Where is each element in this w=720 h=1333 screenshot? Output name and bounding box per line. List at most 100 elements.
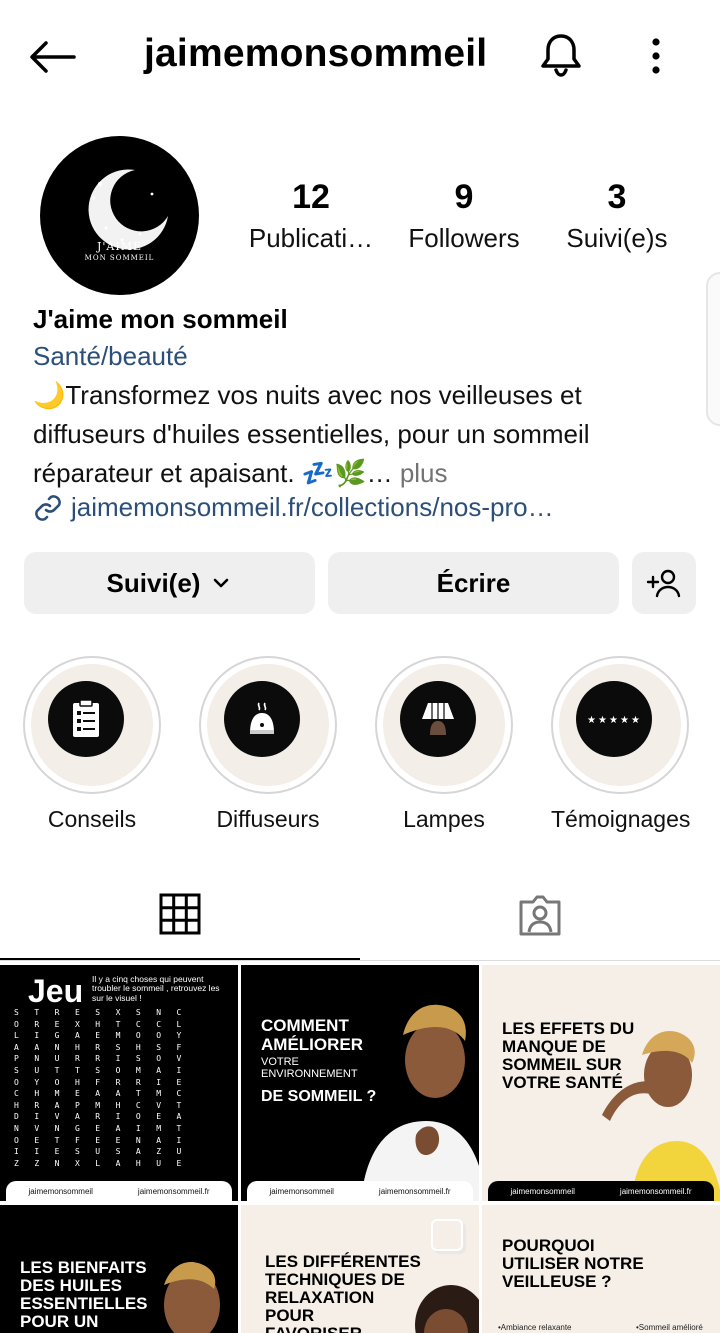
highlight-ring: ★ ★ ★ ★ ★ — [551, 656, 689, 794]
word-search-grid: STRESXSNC OREXHTCCL LIGAEMOOY AANHRSHSF … — [14, 1008, 197, 1168]
post-title-line: UTILISER NOTRE — [502, 1254, 644, 1273]
highlight-temoignages[interactable]: ★ ★ ★ ★ ★ Témoignages — [551, 656, 691, 833]
tab-posts-grid[interactable] — [0, 870, 360, 960]
post-title-line: VEILLEUSE ? — [502, 1272, 612, 1291]
suggest-people-button[interactable] — [632, 552, 696, 614]
highlight-ring — [375, 656, 513, 794]
post-footer-site: jaimemonsommeil.fr — [619, 1186, 692, 1196]
post-footer-site: jaimemonsommeil.fr — [378, 1186, 451, 1196]
tagged-person-icon — [519, 895, 561, 936]
chevron-down-icon — [214, 578, 229, 588]
clipboard-checklist-icon — [73, 699, 99, 737]
message-button-label: Écrire — [436, 567, 511, 598]
post-thumbnail[interactable]: LES DIFFÉRENTES TECHNIQUES DE RELAXATION… — [241, 1205, 479, 1333]
arrow-left-icon — [30, 41, 76, 73]
avatar-text-line2: MON SOMMEIL — [84, 254, 155, 262]
woman-illustration — [361, 1004, 479, 1201]
highlight-label: Conseils — [47, 806, 137, 832]
post-thumbnail[interactable]: COMMENT AMÉLIORER VOTRE ENVIRONNEMENT DE… — [241, 965, 479, 1201]
highlight-ring — [23, 656, 161, 794]
post-title-line: ESSENTIELLES — [20, 1294, 148, 1313]
add-person-icon — [646, 569, 681, 598]
following-label: Suivi(e)s — [566, 223, 668, 253]
post-title-line: RELAXATION — [265, 1288, 375, 1307]
post-title-line: POUR UN — [20, 1312, 99, 1331]
post-footer-handle: jaimemonsommeil — [269, 1186, 334, 1196]
post-title-line: POURQUOI — [502, 1236, 595, 1255]
post-title-line: DES HUILES — [20, 1276, 123, 1295]
posts-count: 12 — [292, 178, 330, 216]
notifications-button[interactable] — [536, 30, 586, 80]
profile-bio: 🌙Transformez vos nuits avec nos veilleus… — [33, 376, 683, 493]
profile-link-text: jaimemonsommeil.fr/collections/nos-pro… — [71, 492, 554, 522]
post-title-line: ENVIRONNEMENT — [261, 1068, 358, 1080]
stars-rating-icon: ★ ★ ★ ★ ★ — [587, 715, 640, 726]
post-title-line: FAVORISER — [265, 1325, 362, 1333]
carousel-icon — [431, 1219, 463, 1251]
lamp-icon — [422, 703, 454, 735]
diffuser-icon — [250, 702, 274, 734]
highlight-lampes[interactable]: Lampes — [375, 656, 513, 833]
post-title-line: SOMMEIL SUR — [502, 1055, 622, 1074]
posts-label: Publicati… — [248, 223, 374, 253]
stat-following[interactable]: 3 Suivi(e)s — [556, 176, 678, 258]
post-thumbnail[interactable]: LES EFFETS DU MANQUE DE SOMMEIL SUR VOTR… — [482, 965, 720, 1201]
following-button-label: Suivi(e) — [106, 567, 201, 598]
svg-text:★: ★ — [598, 715, 607, 726]
followers-label: Followers — [408, 223, 520, 253]
profile-category[interactable]: Santé/beauté — [33, 341, 188, 372]
back-button[interactable] — [28, 34, 84, 80]
bell-icon — [541, 34, 581, 77]
more-vertical-icon — [652, 38, 660, 74]
message-button[interactable]: Écrire — [328, 552, 619, 614]
followers-count: 9 — [454, 178, 474, 216]
following-button[interactable]: Suivi(e) — [24, 552, 315, 614]
post-footer: jaimemonsommeil jaimemonsommeil.fr — [488, 1181, 714, 1201]
post-footer: jaimemonsommeil jaimemonsommeil.fr — [6, 1181, 232, 1201]
highlight-conseils[interactable]: Conseils — [23, 656, 161, 833]
link-icon — [35, 494, 61, 521]
stat-posts[interactable]: 12 Publicati… — [244, 176, 378, 258]
following-count: 3 — [607, 178, 627, 216]
post-footer-handle: jaimemonsommeil — [510, 1186, 575, 1196]
post-subtitle: Il y a cinq choses qui peuvent troubler … — [92, 974, 220, 1003]
post-title: Jeu — [28, 973, 84, 1009]
post-footer-handle: jaimemonsommeil — [28, 1186, 93, 1196]
profile-username: jaimemonsommeil — [144, 32, 488, 75]
profile-name: J'aime mon sommeil — [33, 304, 288, 334]
moon-logo-icon — [88, 169, 168, 250]
highlight-diffuseurs[interactable]: Diffuseurs — [199, 656, 337, 833]
post-title-line: MANQUE DE — [502, 1037, 606, 1056]
highlight-label: Lampes — [403, 806, 485, 832]
highlight-label: Témoignages — [551, 806, 691, 832]
post-title-line: AMÉLIORER — [261, 1035, 363, 1054]
svg-text:★: ★ — [631, 715, 640, 726]
post-thumbnail[interactable]: LES BIENFAITS DES HUILES ESSENTIELLES PO… — [0, 1205, 238, 1333]
profile-avatar[interactable]: J'AIME MON SOMMEIL — [40, 136, 199, 295]
post-thumbnail[interactable]: Jeu Il y a cinq choses qui peuvent troub… — [0, 965, 238, 1201]
bio-more-link[interactable]: plus — [393, 458, 448, 488]
post-title-line: LES DIFFÉRENTES — [265, 1252, 421, 1271]
tabs-divider — [0, 960, 720, 961]
post-footer: jaimemonsommeil jaimemonsommeil.fr — [247, 1181, 473, 1201]
highlight-ring — [199, 656, 337, 794]
post-title-line: DE SOMMEIL ? — [261, 1088, 377, 1105]
tab-tagged[interactable] — [360, 870, 720, 960]
stat-followers[interactable]: 9 Followers — [398, 176, 530, 258]
post-title-line: TECHNIQUES DE — [265, 1270, 405, 1289]
post-title-line: LES BIENFAITS — [20, 1258, 147, 1277]
grid-icon — [159, 893, 201, 935]
post-footer-site: jaimemonsommeil.fr — [137, 1186, 210, 1196]
avatar-text-line1: J'AIME — [96, 240, 142, 253]
post-title-line: COMMENT — [261, 1016, 349, 1035]
svg-text:★: ★ — [609, 715, 618, 726]
bio-line: réparateur et apaisant. 💤🌿… plus — [33, 458, 448, 488]
post-bullet: •Ambiance relaxante — [498, 1323, 572, 1332]
more-options-button[interactable] — [636, 34, 676, 78]
side-edge-handle[interactable] — [706, 272, 720, 426]
post-thumbnail[interactable]: POURQUOI UTILISER NOTRE VEILLEUSE ? •Amb… — [482, 1205, 720, 1333]
post-title-line: POUR — [265, 1306, 315, 1325]
post-title-line: LES EFFETS DU — [502, 1019, 635, 1038]
post-title-line: VOTRE SANTÉ — [502, 1073, 623, 1092]
profile-link[interactable]: jaimemonsommeil.fr/collections/nos-pro… — [33, 492, 554, 523]
